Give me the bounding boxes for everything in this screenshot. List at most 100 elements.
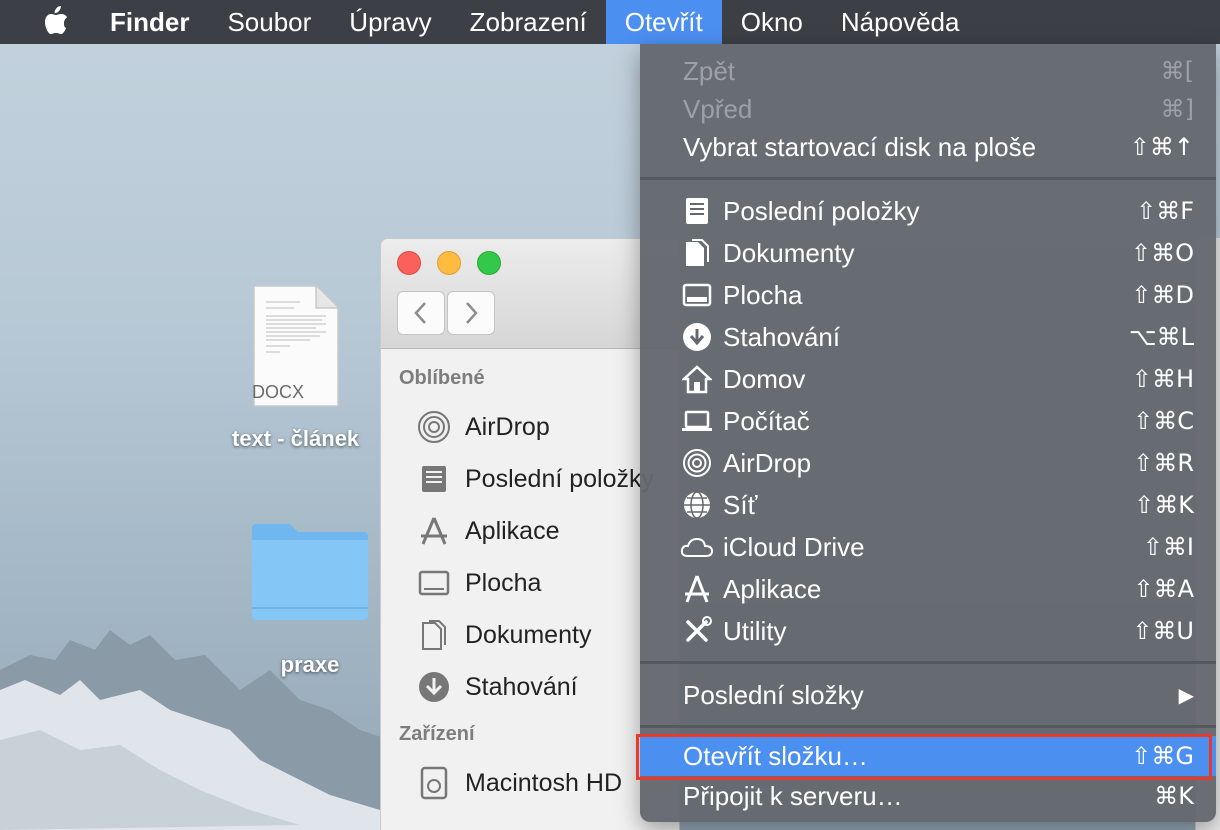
menu-item-shortcut: ⇧⌘F	[1136, 197, 1194, 225]
menu-item-shortcut: ⇧⌘D	[1131, 281, 1194, 309]
network-icon	[680, 488, 714, 522]
applications-icon	[415, 512, 453, 550]
menu-item-back[interactable]: Zpět ⌘[	[640, 52, 1216, 90]
recents-icon	[680, 194, 714, 228]
desktop-file-label: text - článek	[232, 426, 360, 451]
close-button[interactable]	[397, 251, 421, 275]
sidebar-section-devices: Zařízení	[399, 723, 475, 745]
menu-item-shortcut: ⇧⌘O	[1131, 239, 1194, 267]
desktop-file-docx[interactable]: DOCX text - článek	[232, 284, 359, 452]
menu-item-label: AirDrop	[723, 447, 812, 478]
menu-item-applications[interactable]: Aplikace ⇧⌘A	[640, 568, 1216, 610]
sidebar-item-label: Dokumenty	[465, 620, 592, 649]
recents-icon	[415, 460, 453, 498]
menu-item-label: Plocha	[723, 279, 803, 310]
finder-toolbar	[381, 239, 679, 349]
menu-item-home[interactable]: Domov ⇧⌘H	[640, 358, 1216, 400]
airdrop-icon	[680, 446, 714, 480]
menu-item-shortcut: ⇧⌘A	[1133, 575, 1194, 603]
sidebar-item-label: Stahování	[465, 672, 578, 701]
menu-item-shortcut: ⇧⌘U	[1132, 617, 1194, 645]
menu-item-recent-folders[interactable]: Poslední složky ▶	[640, 674, 1216, 716]
menu-item-label: Vpřed	[683, 93, 753, 124]
menu-separator	[640, 661, 1216, 664]
menu-item-shortcut: ⌥⌘L	[1128, 323, 1194, 351]
menu-item-label: iCloud Drive	[723, 531, 865, 562]
sidebar-item-downloads[interactable]: Stahování	[381, 661, 679, 713]
icloud-icon	[680, 530, 714, 564]
menu-item-network[interactable]: Síť ⇧⌘K	[640, 484, 1216, 526]
menu-item-label: Stahování	[723, 321, 841, 352]
menu-separator	[640, 725, 1216, 728]
menu-item-shortcut: ⇧⌘K	[1134, 491, 1194, 519]
menu-upravy[interactable]: Úpravy	[330, 0, 450, 44]
sidebar-item-airdrop[interactable]: AirDrop	[381, 401, 679, 453]
menu-item-computer[interactable]: Počítač ⇧⌘C	[640, 400, 1216, 442]
menu-item-label: Vybrat startovací disk na ploše	[683, 131, 1037, 162]
menu-item-label: Domov	[723, 363, 806, 394]
chevron-right-icon	[466, 302, 478, 324]
documents-icon	[680, 236, 714, 270]
forward-button[interactable]	[447, 291, 495, 335]
desktop-icon	[415, 564, 453, 602]
menu-item-airdrop[interactable]: AirDrop ⇧⌘R	[640, 442, 1216, 484]
documents-icon	[415, 616, 453, 654]
menu-item-startup-disk[interactable]: Vybrat startovací disk na ploše ⇧⌘↑	[640, 128, 1216, 166]
menu-item-label: Zpět	[683, 55, 736, 86]
sidebar-section-favorites: Oblíbené	[399, 367, 485, 389]
menu-item-recents[interactable]: Poslední položky ⇧⌘F	[640, 190, 1216, 232]
downloads-icon	[415, 668, 453, 706]
menu-okno[interactable]: Okno	[722, 0, 822, 44]
finder-sidebar: Oblíbené AirDrop Poslední položky Aplika…	[381, 349, 679, 809]
menu-item-label: Utility	[723, 615, 787, 646]
home-icon	[680, 362, 714, 396]
apple-menu-icon[interactable]	[0, 0, 110, 44]
submenu-arrow-icon: ▶	[1178, 683, 1194, 707]
menu-item-shortcut: ⇧⌘H	[1131, 365, 1194, 393]
utilities-icon	[680, 614, 714, 648]
desktop-icon	[680, 278, 714, 312]
sidebar-item-desktop[interactable]: Plocha	[381, 557, 679, 609]
menu-item-shortcut: ⌘[	[1160, 57, 1194, 85]
zoom-button[interactable]	[477, 251, 501, 275]
minimize-button[interactable]	[437, 251, 461, 275]
menu-item-shortcut: ⌘]	[1160, 95, 1194, 123]
menu-item-shortcut: ⇧⌘C	[1133, 407, 1194, 435]
file-type-badge: DOCX	[251, 382, 304, 402]
menu-item-desktop[interactable]: Plocha ⇧⌘D	[640, 274, 1216, 316]
airdrop-icon	[415, 408, 453, 446]
applications-icon	[680, 572, 714, 606]
sidebar-item-recents[interactable]: Poslední položky	[381, 453, 679, 505]
menu-item-label: Poslední položky	[723, 195, 920, 226]
desktop-folder-praxe[interactable]: praxe	[250, 522, 370, 678]
menu-item-shortcut: ⌘K	[1154, 782, 1194, 810]
menu-item-shortcut: ⇧⌘R	[1133, 449, 1194, 477]
menu-item-label: Dokumenty	[723, 237, 855, 268]
sidebar-item-macintosh-hd[interactable]: Macintosh HD	[381, 757, 679, 809]
menu-soubor[interactable]: Soubor	[208, 0, 330, 44]
menu-otevrit[interactable]: Otevřít	[605, 0, 722, 44]
sidebar-item-label: Poslední položky	[465, 464, 655, 493]
folder-icon	[252, 524, 368, 620]
annotation-highlight-box	[636, 734, 1212, 780]
menu-item-forward[interactable]: Vpřed ⌘]	[640, 90, 1216, 128]
menu-item-connect-to-server[interactable]: Připojit k serveru… ⌘K	[640, 776, 1216, 816]
menu-item-documents[interactable]: Dokumenty ⇧⌘O	[640, 232, 1216, 274]
back-button[interactable]	[397, 291, 445, 335]
sidebar-item-documents[interactable]: Dokumenty	[381, 609, 679, 661]
computer-icon	[680, 404, 714, 438]
sidebar-item-label: Macintosh HD	[465, 768, 622, 797]
menu-item-icloud[interactable]: iCloud Drive ⇧⌘I	[640, 526, 1216, 568]
menu-zobrazeni[interactable]: Zobrazení	[451, 0, 606, 44]
menu-item-shortcut: ⇧⌘I	[1142, 533, 1194, 561]
downloads-icon	[680, 320, 714, 354]
menu-item-utilities[interactable]: Utility ⇧⌘U	[640, 610, 1216, 652]
hard-disk-icon	[415, 764, 453, 802]
sidebar-item-label: Plocha	[465, 568, 542, 597]
menu-napoveda[interactable]: Nápověda	[822, 0, 979, 44]
menu-finder[interactable]: Finder	[110, 0, 208, 44]
menu-item-shortcut: ⇧⌘↑	[1129, 133, 1194, 161]
menu-item-downloads[interactable]: Stahování ⌥⌘L	[640, 316, 1216, 358]
sidebar-item-label: Aplikace	[465, 516, 560, 545]
sidebar-item-applications[interactable]: Aplikace	[381, 505, 679, 557]
